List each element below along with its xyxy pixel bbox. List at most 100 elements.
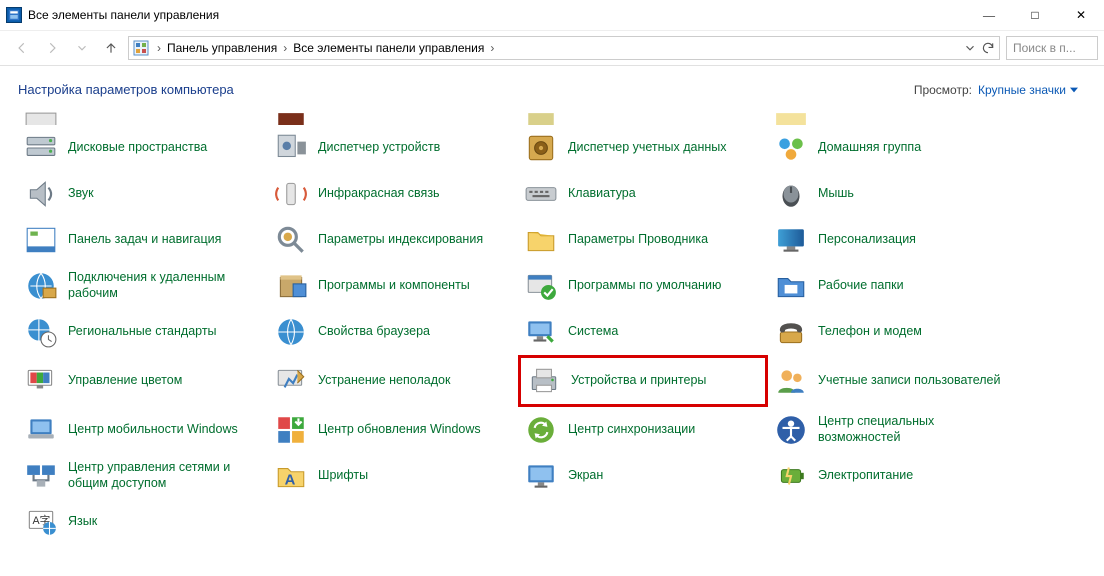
view-selector: Просмотр: Крупные значки bbox=[914, 83, 1078, 97]
breadcrumb-seg-1[interactable]: Панель управления bbox=[165, 41, 279, 55]
item-partial[interactable] bbox=[18, 109, 268, 125]
item-color-management[interactable]: Управление цветом bbox=[18, 355, 268, 407]
navigation-bar: › Панель управления › Все элементы панел… bbox=[0, 30, 1104, 66]
internet-options-icon bbox=[274, 315, 308, 349]
control-panel-icon bbox=[6, 7, 22, 23]
item-user-accounts[interactable]: Учетные записи пользователей bbox=[768, 355, 1018, 407]
item-keyboard[interactable]: Клавиатура bbox=[518, 171, 768, 217]
item-mobility-center[interactable]: Центр мобильности Windows bbox=[18, 407, 268, 453]
network-sharing-icon bbox=[24, 459, 58, 493]
homegroup-icon bbox=[774, 131, 808, 165]
address-bar[interactable]: › Панель управления › Все элементы панел… bbox=[128, 36, 1000, 60]
title-bar: Все элементы панели управления — □ ✕ bbox=[0, 0, 1104, 30]
keyboard-icon bbox=[524, 177, 558, 211]
item-ease-of-access[interactable]: Центр специальных возможностей bbox=[768, 407, 1018, 453]
default-programs-icon bbox=[524, 269, 558, 303]
globe-clock-icon bbox=[24, 315, 58, 349]
item-internet-options[interactable]: Свойства браузера bbox=[268, 309, 518, 355]
phone-modem-icon bbox=[774, 315, 808, 349]
work-folders-icon bbox=[774, 269, 808, 303]
items-grid: Дисковые пространства Диспетчер устройст… bbox=[0, 109, 1104, 575]
devices-printers-icon bbox=[527, 364, 561, 398]
item-network-sharing[interactable]: Центр управления сетями и общим доступом bbox=[18, 453, 268, 499]
location-icon bbox=[133, 40, 149, 56]
item-remoteapp[interactable]: Подключения к удаленным рабочим bbox=[18, 263, 268, 309]
window-title: Все элементы панели управления bbox=[28, 8, 219, 22]
minimize-button[interactable]: — bbox=[966, 0, 1012, 30]
item-sound[interactable]: Звук bbox=[18, 171, 268, 217]
item-sync-center[interactable]: Центр синхронизации bbox=[518, 407, 768, 453]
item-partial[interactable] bbox=[518, 109, 768, 125]
search-placeholder: Поиск в п... bbox=[1013, 41, 1076, 55]
item-infrared[interactable]: Инфракрасная связь bbox=[268, 171, 518, 217]
refresh-icon[interactable] bbox=[981, 41, 995, 55]
item-devices-printers[interactable]: Устройства и принтеры bbox=[518, 355, 768, 407]
chevron-right-icon: › bbox=[279, 41, 291, 55]
speaker-icon bbox=[24, 177, 58, 211]
mobility-center-icon bbox=[24, 413, 58, 447]
item-taskbar-navigation[interactable]: Панель задач и навигация bbox=[18, 217, 268, 263]
breadcrumb[interactable]: › Панель управления › Все элементы панел… bbox=[153, 41, 498, 55]
hard-drives-icon bbox=[24, 131, 58, 165]
breadcrumb-seg-2[interactable]: Все элементы панели управления bbox=[291, 41, 486, 55]
windows-update-icon bbox=[274, 413, 308, 447]
item-personalization[interactable]: Персонализация bbox=[768, 217, 1018, 263]
system-icon bbox=[524, 315, 558, 349]
item-homegroup[interactable]: Домашняя группа bbox=[768, 125, 1018, 171]
content-header: Настройка параметров компьютера Просмотр… bbox=[0, 66, 1104, 109]
chevron-right-icon: › bbox=[153, 41, 165, 55]
item-storage-spaces[interactable]: Дисковые пространства bbox=[18, 125, 268, 171]
infrared-icon bbox=[274, 177, 308, 211]
item-partial[interactable] bbox=[268, 109, 518, 125]
taskbar-icon bbox=[24, 223, 58, 257]
item-work-folders[interactable]: Рабочие папки bbox=[768, 263, 1018, 309]
item-troubleshooting[interactable]: Устранение неполадок bbox=[268, 355, 518, 407]
safe-icon bbox=[524, 131, 558, 165]
item-region[interactable]: Региональные стандарты bbox=[18, 309, 268, 355]
search-input[interactable]: Поиск в п... bbox=[1006, 36, 1098, 60]
item-credential-manager[interactable]: Диспетчер учетных данных bbox=[518, 125, 768, 171]
mouse-icon bbox=[774, 177, 808, 211]
user-accounts-icon bbox=[774, 364, 808, 398]
address-dropdown-icon[interactable] bbox=[963, 41, 977, 55]
window-controls: — □ ✕ bbox=[966, 0, 1104, 30]
item-system[interactable]: Система bbox=[518, 309, 768, 355]
item-device-manager[interactable]: Диспетчер устройств bbox=[268, 125, 518, 171]
remote-desktop-icon bbox=[24, 269, 58, 303]
item-display[interactable]: Экран bbox=[518, 453, 768, 499]
item-phone-modem[interactable]: Телефон и модем bbox=[768, 309, 1018, 355]
chevron-down-icon bbox=[1070, 86, 1078, 94]
search-index-icon bbox=[274, 223, 308, 257]
folder-options-icon bbox=[524, 223, 558, 257]
view-label: Просмотр: bbox=[914, 83, 972, 97]
item-indexing-options[interactable]: Параметры индексирования bbox=[268, 217, 518, 263]
ease-of-access-icon bbox=[774, 413, 808, 447]
sync-center-icon bbox=[524, 413, 558, 447]
item-language[interactable]: A字Язык bbox=[18, 499, 268, 545]
item-power-options[interactable]: Электропитание bbox=[768, 453, 1018, 499]
troubleshooting-icon bbox=[274, 364, 308, 398]
chevron-right-icon: › bbox=[486, 41, 498, 55]
item-file-explorer-options[interactable]: Параметры Проводника bbox=[518, 217, 768, 263]
color-management-icon bbox=[24, 364, 58, 398]
programs-icon bbox=[274, 269, 308, 303]
maximize-button[interactable]: □ bbox=[1012, 0, 1058, 30]
personalization-icon bbox=[774, 223, 808, 257]
nav-up-button[interactable] bbox=[100, 36, 122, 60]
item-fonts[interactable]: AШрифты bbox=[268, 453, 518, 499]
item-windows-update[interactable]: Центр обновления Windows bbox=[268, 407, 518, 453]
item-partial[interactable] bbox=[768, 109, 1018, 125]
nav-back-button[interactable] bbox=[10, 36, 34, 60]
close-button[interactable]: ✕ bbox=[1058, 0, 1104, 30]
display-icon bbox=[524, 459, 558, 493]
fonts-icon: A bbox=[274, 459, 308, 493]
item-programs-features[interactable]: Программы и компоненты bbox=[268, 263, 518, 309]
nav-forward-button[interactable] bbox=[40, 36, 64, 60]
item-mouse[interactable]: Мышь bbox=[768, 171, 1018, 217]
nav-recent-dropdown[interactable] bbox=[70, 36, 94, 60]
device-manager-icon bbox=[274, 131, 308, 165]
view-value-dropdown[interactable]: Крупные значки bbox=[978, 83, 1078, 97]
item-default-programs[interactable]: Программы по умолчанию bbox=[518, 263, 768, 309]
power-options-icon bbox=[774, 459, 808, 493]
language-icon: A字 bbox=[24, 505, 58, 539]
